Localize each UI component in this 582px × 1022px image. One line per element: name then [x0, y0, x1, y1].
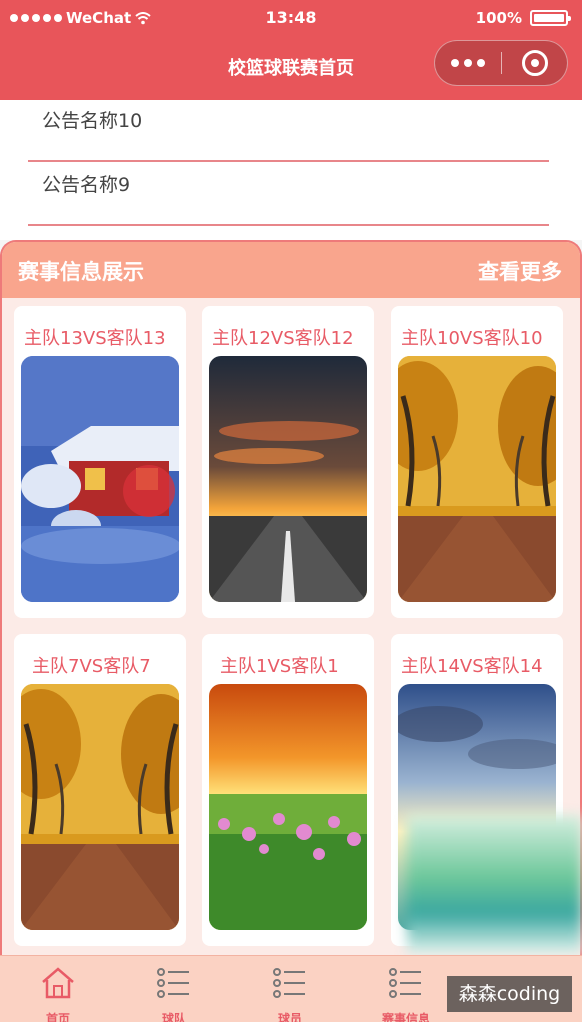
list-icon	[389, 968, 421, 998]
match-card[interactable]: 主队10VS客队10	[391, 306, 563, 618]
match-image-snowy-cabin	[21, 356, 179, 602]
notice-item[interactable]: 公告名称9	[28, 164, 549, 226]
match-title: 主队14VS客队14	[401, 656, 543, 677]
status-bar: WeChat 13:48 100%	[0, 0, 582, 38]
match-image-sunset-road	[209, 356, 367, 602]
match-image-autumn-avenue	[21, 684, 179, 930]
match-image-autumn-avenue	[398, 356, 556, 602]
target-icon	[521, 50, 548, 76]
notice-title: 公告名称9	[42, 174, 131, 196]
tab-players[interactable]: 球员	[232, 956, 348, 1022]
match-card[interactable]: 主队13VS客队13	[14, 306, 186, 618]
more-options-icon[interactable]	[435, 59, 501, 67]
match-title: 主队12VS客队12	[212, 328, 354, 349]
menu-capsule	[434, 40, 568, 86]
tab-teams[interactable]: 球队	[116, 956, 232, 1022]
match-title: 主队7VS客队7	[32, 656, 151, 677]
close-miniprogram-button[interactable]	[502, 50, 567, 76]
notice-title: 公告名称10	[42, 110, 143, 132]
battery-percent: 100%	[475, 9, 522, 27]
home-icon	[42, 967, 74, 999]
notice-list: 公告名称10 公告名称9	[0, 100, 582, 240]
section-title: 赛事信息展示	[18, 260, 144, 284]
section-header: 赛事信息展示 查看更多	[2, 242, 580, 298]
match-title: 主队1VS客队1	[220, 656, 339, 677]
blurred-overlay	[407, 815, 582, 955]
tab-label: 球队	[161, 1012, 186, 1022]
match-card[interactable]: 主队7VS客队7	[14, 634, 186, 946]
navigation-bar: WeChat 13:48 100% 校篮球联赛首页	[0, 0, 582, 100]
match-title: 主队13VS客队13	[24, 328, 166, 349]
list-icon	[273, 968, 305, 998]
match-title: 主队10VS客队10	[401, 328, 543, 349]
watermark: 森森coding	[447, 976, 572, 1012]
tab-home[interactable]: 首页	[0, 956, 116, 1022]
tab-label: 球员	[277, 1012, 302, 1022]
notice-item[interactable]: 公告名称10	[28, 100, 549, 162]
battery-icon	[530, 10, 571, 26]
tab-label: 首页	[45, 1012, 70, 1022]
match-image-sunset-meadow	[209, 684, 367, 930]
view-more-link[interactable]: 查看更多	[478, 256, 562, 286]
list-icon	[157, 968, 189, 998]
match-card[interactable]: 主队12VS客队12	[202, 306, 374, 618]
match-card[interactable]: 主队1VS客队1	[202, 634, 374, 946]
